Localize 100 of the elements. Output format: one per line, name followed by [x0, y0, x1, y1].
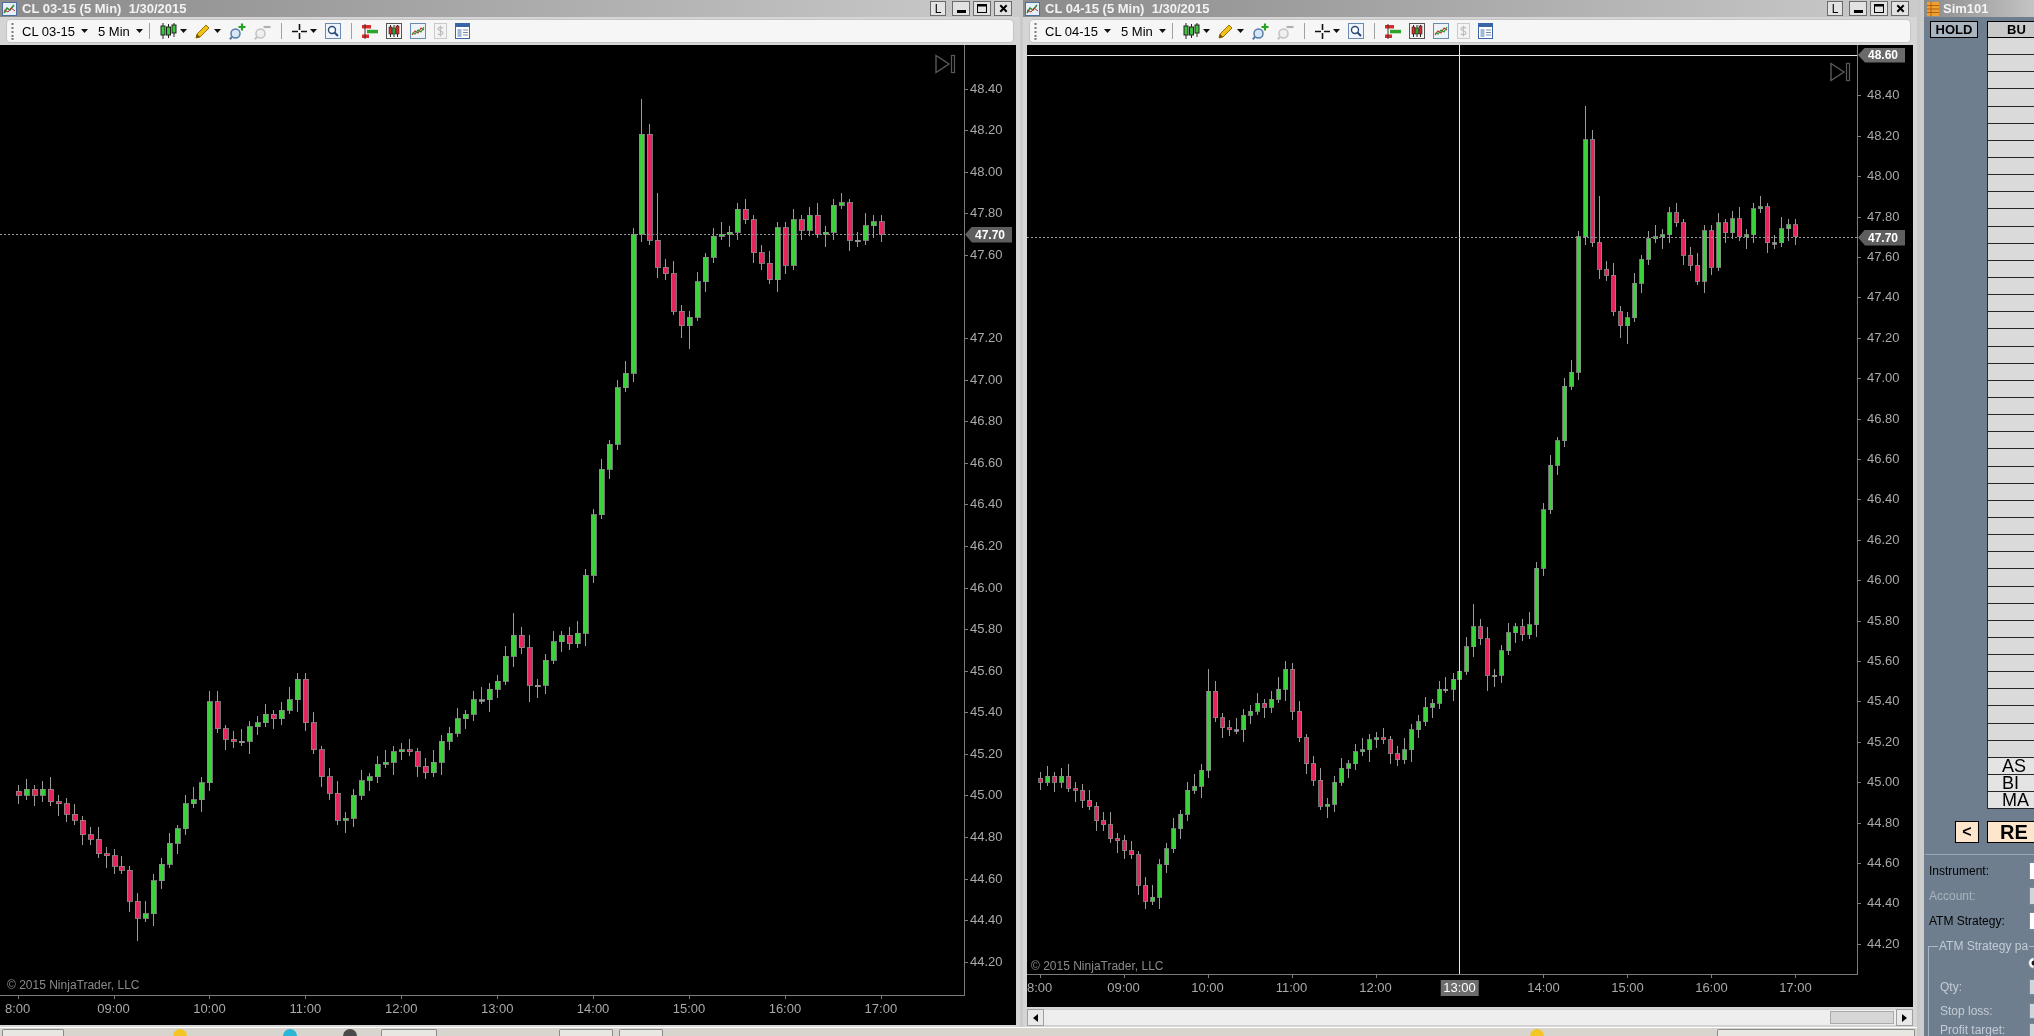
time-axis-label: 8:00 — [4, 1001, 31, 1017]
crosshair-icon[interactable] — [291, 23, 307, 39]
input-field[interactable] — [2029, 911, 2034, 930]
grip-icon[interactable] — [1034, 22, 1037, 40]
price-axis-label: 45.60 — [970, 662, 1003, 679]
ladder-cell[interactable] — [1987, 432, 2034, 450]
line-chart-icon[interactable] — [409, 23, 426, 39]
instrument-dropdown[interactable]: CL 04-15 — [1045, 24, 1111, 38]
grip-icon[interactable] — [11, 22, 14, 40]
close-button[interactable] — [1891, 1, 1909, 16]
bars-icon[interactable] — [361, 23, 378, 39]
taskbar-button[interactable] — [381, 1029, 437, 1036]
interval-dropdown[interactable]: 5 Min — [98, 24, 143, 38]
candlestick-icon[interactable] — [1182, 23, 1200, 39]
window-icon[interactable] — [454, 23, 470, 39]
caret-icon[interactable] — [1236, 29, 1244, 33]
title-bar-button[interactable]: L — [930, 1, 946, 16]
ladder-cell[interactable] — [1987, 415, 2034, 433]
taskbar-button[interactable] — [619, 1029, 663, 1036]
column-header: BU — [1987, 21, 2034, 38]
caret-icon[interactable] — [1332, 29, 1340, 33]
caret-icon[interactable] — [1202, 29, 1210, 33]
caret-icon[interactable] — [213, 29, 221, 33]
window-icon[interactable] — [1477, 23, 1493, 39]
taskbar-button[interactable] — [559, 1029, 613, 1036]
ladder-cell[interactable] — [1987, 38, 2034, 56]
input-field[interactable] — [2029, 861, 2034, 880]
candlestick — [1395, 745, 1400, 767]
line-chart-icon[interactable] — [1432, 23, 1449, 39]
ladder-cell[interactable] — [1987, 449, 2034, 467]
candlestick-chart-icon[interactable] — [385, 23, 402, 39]
field-label: Qty: — [1940, 980, 1962, 993]
hold-button[interactable]: HOLD — [1930, 21, 1978, 38]
ladder-cell[interactable] — [1987, 295, 2034, 313]
candlestick-chart-icon[interactable] — [1408, 23, 1425, 39]
ladder-cell[interactable] — [1987, 89, 2034, 107]
maximize-button[interactable] — [1870, 1, 1888, 16]
reverse-button[interactable]: RE — [1987, 820, 2034, 843]
candlestick — [1513, 622, 1518, 644]
ladder-cell[interactable] — [1987, 689, 2034, 707]
caret-icon[interactable] — [309, 29, 317, 33]
maximize-button[interactable] — [973, 1, 991, 16]
minimize-icon — [1853, 10, 1863, 13]
minimize-button[interactable] — [1849, 1, 1867, 16]
scrollbar-thumb[interactable] — [1830, 1011, 1894, 1024]
candlestick — [1793, 218, 1798, 246]
taskbar-icon[interactable] — [343, 1029, 357, 1036]
candlestick-icon[interactable] — [159, 23, 177, 39]
radio-button[interactable] — [2028, 956, 2034, 969]
taskbar-button[interactable] — [2, 1029, 64, 1036]
input-field[interactable] — [2029, 886, 2034, 905]
ladder-cell[interactable] — [1987, 655, 2034, 673]
ladder-cell[interactable] — [1987, 672, 2034, 690]
search-icon[interactable] — [324, 23, 341, 39]
ladder-cell[interactable] — [1987, 552, 2034, 570]
crosshair-price-label: 48.60 — [1858, 47, 1905, 63]
back-button[interactable]: < — [1955, 820, 1979, 843]
bars-icon[interactable] — [1384, 23, 1401, 39]
title-bar-button[interactable]: L — [1827, 1, 1843, 16]
price-axis-label: 45.00 — [970, 787, 1003, 804]
candlestick — [1325, 797, 1330, 819]
skip-to-end-icon[interactable] — [1830, 62, 1851, 82]
ladder-cell[interactable] — [1987, 569, 2034, 587]
current-price-label: 47.70 — [965, 226, 1012, 243]
price-axis-label: 47.60 — [970, 246, 1003, 263]
ladder-cell[interactable] — [1987, 329, 2034, 347]
ladder-cell[interactable] — [1987, 706, 2034, 724]
ladder-cell[interactable] — [1987, 192, 2034, 210]
candlestick — [1527, 612, 1532, 640]
candlestick — [1604, 260, 1609, 282]
scroll-left-button[interactable] — [1027, 1009, 1044, 1026]
ladder-cell[interactable] — [1987, 312, 2034, 330]
minimize-button[interactable] — [952, 1, 970, 16]
crosshair-icon[interactable] — [1314, 23, 1330, 39]
ladder-cell[interactable] — [1987, 209, 2034, 227]
candlestick — [1066, 763, 1071, 793]
interval-dropdown[interactable]: 5 Min — [1121, 24, 1166, 38]
price-axis-label: 45.40 — [1867, 693, 1900, 710]
grid-icon — [1927, 1, 1939, 16]
caret-icon[interactable] — [179, 29, 187, 33]
instrument-dropdown[interactable]: CL 03-15 — [22, 24, 88, 38]
ladder-cell[interactable] — [1987, 55, 2034, 73]
skip-to-end-icon[interactable] — [935, 54, 956, 74]
candlestick — [1423, 696, 1428, 727]
ladder-cell[interactable] — [1987, 72, 2034, 90]
scroll-right-button[interactable] — [1896, 1009, 1913, 1026]
ladder-cell[interactable] — [1987, 535, 2034, 553]
candlestick — [1192, 773, 1197, 795]
zoom-in-icon[interactable] — [1251, 22, 1269, 40]
pencil-icon[interactable] — [194, 23, 211, 39]
ladder-cell[interactable] — [1987, 175, 2034, 193]
input-field[interactable] — [2029, 978, 2034, 995]
pencil-icon[interactable] — [1217, 23, 1234, 39]
input-field[interactable] — [2029, 1002, 2034, 1019]
zoom-in-icon[interactable] — [228, 22, 246, 40]
close-button[interactable] — [994, 1, 1012, 16]
candlestick — [1052, 771, 1057, 793]
window-title: CL 03-15 (5 Min) 1/30/2015 — [22, 2, 187, 15]
search-icon[interactable] — [1347, 23, 1364, 39]
input-field[interactable] — [2029, 1022, 2034, 1036]
